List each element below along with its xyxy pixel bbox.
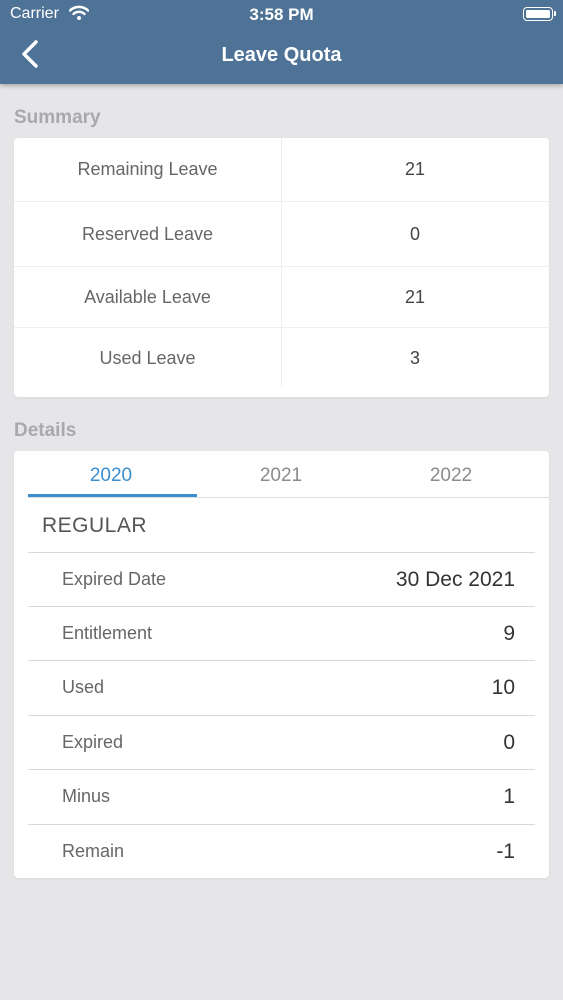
detail-row-label: Entitlement <box>62 623 153 643</box>
detail-row: Expired 0 <box>28 715 535 769</box>
status-bar: Carrier 3:58 PM <box>0 0 563 30</box>
battery-icon <box>523 7 556 21</box>
active-tab-indicator <box>28 494 197 497</box>
summary-row-value: 21 <box>404 286 426 307</box>
detail-row: Remain -1 <box>28 824 535 878</box>
row-divider <box>28 769 535 770</box>
row-divider <box>28 552 535 553</box>
summary-row-value: 0 <box>409 223 420 244</box>
status-time: 3:58 PM <box>249 5 314 24</box>
row-divider <box>28 715 535 716</box>
tab-bar-baseline <box>28 497 549 498</box>
summary-row: Reserved Leave 0 <box>14 202 549 266</box>
row-divider <box>28 606 535 607</box>
summary-row: Used Leave 3 <box>14 328 549 388</box>
detail-row: Minus 1 <box>28 769 535 824</box>
detail-row-label: Minus <box>62 786 111 806</box>
detail-row-label: Expired Date <box>62 569 167 589</box>
detail-row-label: Expired <box>62 732 124 752</box>
detail-row-value: 0 <box>503 731 515 754</box>
detail-row-value: 10 <box>491 676 515 699</box>
detail-row-label: Used <box>62 677 105 697</box>
row-divider <box>28 824 535 825</box>
summary-row-label: Remaining Leave <box>77 159 218 179</box>
details-card: 2020 2021 2022 REGULAR Expired Date 30 D… <box>14 451 549 878</box>
detail-row: Entitlement 9 <box>28 606 535 660</box>
summary-row-label: Available Leave <box>84 286 211 307</box>
summary-row-label: Reserved Leave <box>81 223 214 244</box>
navigation-header: Carrier 3:58 PM Leave Quota <box>0 0 563 84</box>
row-divider <box>28 660 535 661</box>
summary-section-label: Summary <box>14 107 101 128</box>
tab-2021[interactable]: 2021 <box>196 465 366 487</box>
summary-row: Available Leave 21 <box>14 267 549 327</box>
summary-card: Remaining Leave 21 Reserved Leave 0 Avai… <box>14 138 549 397</box>
detail-row-label: Remain <box>62 841 125 861</box>
summary-row: Remaining Leave 21 <box>14 138 549 201</box>
detail-row-value: 30 Dec 2021 <box>395 568 515 591</box>
page-title: Leave Quota <box>221 44 342 66</box>
detail-row-value: 9 <box>503 622 515 645</box>
detail-row-value: -1 <box>496 840 515 863</box>
summary-row-value: 21 <box>404 159 426 179</box>
summary-row-label: Used Leave <box>99 347 196 368</box>
detail-row: Expired Date 30 Dec 2021 <box>28 552 535 606</box>
detail-row-value: 1 <box>503 785 515 808</box>
tab-2022[interactable]: 2022 <box>366 465 536 487</box>
leave-type-title: REGULAR <box>42 514 148 537</box>
details-section-label: Details <box>14 420 77 441</box>
detail-row: Used 10 <box>28 660 535 715</box>
summary-row-value: 3 <box>409 347 420 368</box>
tab-2020[interactable]: 2020 <box>26 465 196 487</box>
